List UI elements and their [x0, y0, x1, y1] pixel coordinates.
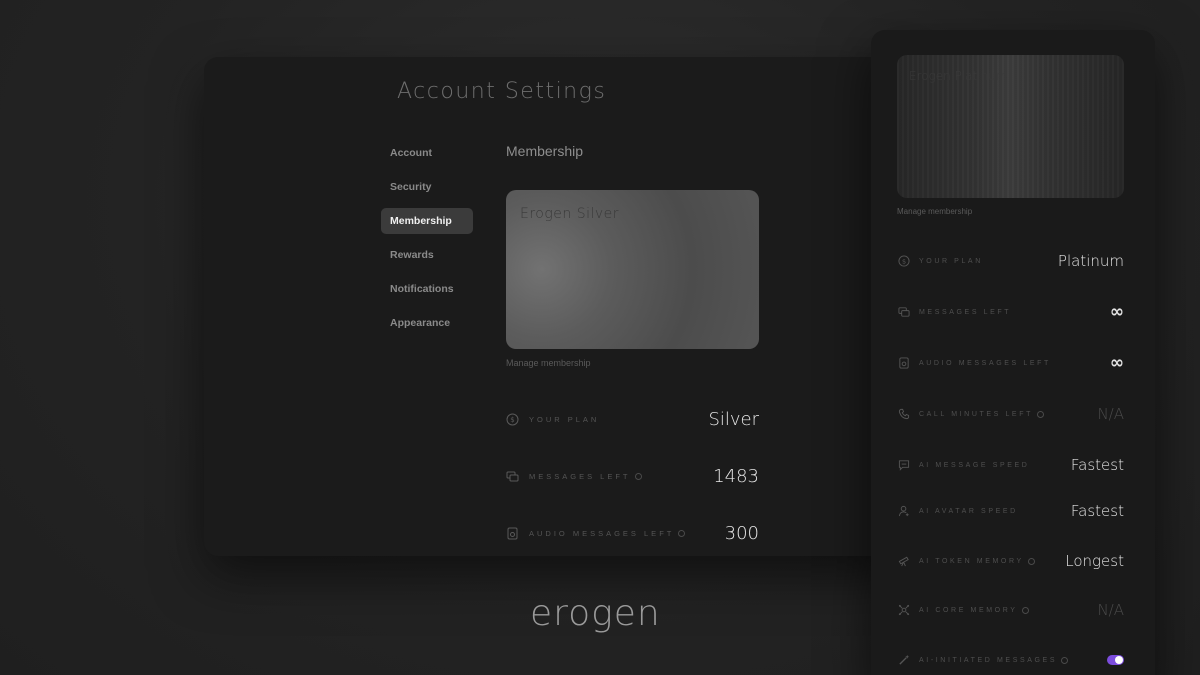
- stat-label: YOUR PLAN: [529, 414, 600, 424]
- info-icon[interactable]: [678, 529, 686, 537]
- nav-item-rewards[interactable]: Rewards: [381, 242, 473, 268]
- messages-icon: [897, 306, 910, 319]
- manage-membership-link[interactable]: Manage membership: [506, 358, 591, 368]
- platinum-card[interactable]: Erogen Platinum: [897, 55, 1124, 198]
- phone-icon: [897, 408, 910, 421]
- membership-card[interactable]: Erogen Silver: [506, 190, 759, 349]
- avatar-icon: [897, 505, 910, 518]
- stat-label: AI MESSAGE SPEED: [919, 461, 1030, 469]
- panel-row-core-memory: AI CORE MEMORY N/A: [897, 599, 1124, 621]
- wand-icon: [897, 654, 910, 667]
- stat-label: AUDIO MESSAGES LEFT: [529, 528, 675, 538]
- stat-label: AI TOKEN MEMORY: [919, 557, 1024, 565]
- stat-value: Fastest: [1070, 456, 1124, 474]
- account-settings-window: Account Settings Account Security Member…: [204, 57, 904, 556]
- membership-compare-panel: Erogen Platinum Manage membership $ YOUR…: [871, 30, 1155, 675]
- stat-value: Longest: [1065, 552, 1124, 570]
- stat-value: 1483: [713, 465, 759, 487]
- dollar-circle-icon: $: [506, 413, 519, 426]
- panel-row-ai-initiated: AI-INITIATED MESSAGES: [897, 649, 1124, 671]
- audio-icon: [897, 357, 910, 370]
- dollar-circle-icon: $: [897, 255, 910, 268]
- stat-row-messages: MESSAGES LEFT 1483: [506, 464, 759, 488]
- settings-nav: Account Security Membership Rewards Noti…: [381, 140, 473, 344]
- nav-item-account[interactable]: Account: [381, 140, 473, 166]
- stat-value: N/A: [1097, 601, 1124, 619]
- info-icon[interactable]: [634, 472, 642, 480]
- stat-label: AI CORE MEMORY: [919, 606, 1018, 614]
- stat-value: Silver: [708, 408, 759, 430]
- panel-row-plan: $ YOUR PLAN Platinum: [897, 250, 1124, 272]
- panel-row-avatar-speed: AI AVATAR SPEED Fastest: [897, 500, 1124, 522]
- nav-item-membership[interactable]: Membership: [381, 208, 473, 234]
- info-icon[interactable]: [1021, 606, 1029, 614]
- stat-label: CALL MINUTES LEFT: [919, 410, 1033, 418]
- page-title: Account Settings: [397, 79, 607, 104]
- section-title: Membership: [506, 143, 584, 159]
- brand-logo: erogen: [530, 593, 661, 634]
- stat-value: ∞: [1109, 302, 1124, 322]
- stat-label: AI-INITIATED MESSAGES: [919, 656, 1058, 664]
- stat-value: ∞: [1109, 353, 1124, 373]
- messages-icon: [506, 470, 519, 483]
- nav-item-appearance[interactable]: Appearance: [381, 310, 473, 336]
- ai-initiated-toggle[interactable]: [1107, 655, 1124, 665]
- stat-label: AI AVATAR SPEED: [919, 507, 1018, 515]
- stat-row-audio: AUDIO MESSAGES LEFT 300: [506, 521, 759, 545]
- stat-row-plan: $ YOUR PLAN Silver: [506, 407, 759, 431]
- panel-row-messages: MESSAGES LEFT ∞: [897, 301, 1124, 323]
- svg-text:$: $: [510, 416, 514, 424]
- nav-item-notifications[interactable]: Notifications: [381, 276, 473, 302]
- svg-text:$: $: [901, 257, 905, 265]
- panel-row-token-memory: AI TOKEN MEMORY Longest: [897, 550, 1124, 572]
- card-name: Erogen Platinum: [909, 69, 1008, 83]
- info-icon[interactable]: [1036, 410, 1044, 418]
- panel-row-call-minutes: CALL MINUTES LEFT N/A: [897, 403, 1124, 425]
- audio-icon: [506, 527, 519, 540]
- stat-label: YOUR PLAN: [919, 257, 983, 265]
- info-icon[interactable]: [1027, 557, 1035, 565]
- stat-value: Fastest: [1070, 502, 1124, 520]
- stat-label: MESSAGES LEFT: [919, 308, 1012, 316]
- card-name: Erogen Silver: [520, 206, 620, 222]
- panel-row-message-speed: AI MESSAGE SPEED Fastest: [897, 454, 1124, 476]
- stat-value: 300: [724, 522, 759, 544]
- nav-item-security[interactable]: Security: [381, 174, 473, 200]
- stat-label: AUDIO MESSAGES LEFT: [919, 359, 1051, 367]
- manage-membership-link[interactable]: Manage membership: [897, 207, 972, 216]
- stat-value: N/A: [1097, 405, 1124, 423]
- panel-row-audio: AUDIO MESSAGES LEFT ∞: [897, 352, 1124, 374]
- stat-value: Platinum: [1057, 252, 1124, 270]
- info-icon[interactable]: [1061, 656, 1069, 664]
- chat-icon: [897, 459, 910, 472]
- stat-label: MESSAGES LEFT: [529, 471, 631, 481]
- telescope-icon: [897, 555, 910, 568]
- core-icon: [897, 604, 910, 617]
